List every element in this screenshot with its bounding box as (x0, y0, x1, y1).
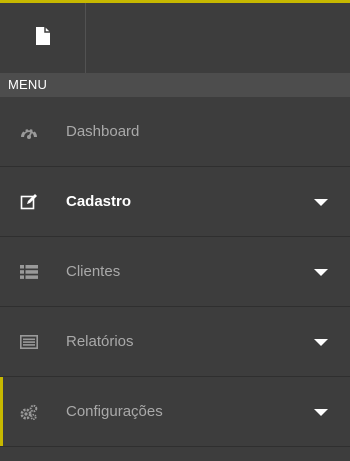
dashboard-icon (20, 123, 38, 141)
list-icon (20, 263, 38, 281)
sidebar: MENU Dashboard Cadastro Clientes Relatór… (0, 0, 350, 461)
chevron-down-icon (314, 408, 328, 416)
menu-item-label: Relatórios (66, 333, 134, 350)
menu-item-label: Dashboard (66, 123, 140, 140)
menu-item-dashboard[interactable]: Dashboard (0, 97, 350, 167)
menu-item-clientes[interactable]: Clientes (0, 237, 350, 307)
cogs-icon (20, 403, 38, 421)
chevron-down-icon (314, 198, 328, 206)
edit-icon (20, 193, 38, 211)
menu-item-cadastro[interactable]: Cadastro (0, 167, 350, 237)
menu-header: MENU (0, 73, 350, 97)
menu-list: Dashboard Cadastro Clientes Relatórios C… (0, 97, 350, 447)
top-bar-spacer (86, 3, 350, 73)
document-icon (35, 26, 51, 51)
menu-item-label: Clientes (66, 263, 121, 280)
report-icon (20, 333, 38, 351)
new-document-button[interactable] (0, 3, 86, 73)
top-bar (0, 3, 350, 73)
menu-item-relatorios[interactable]: Relatórios (0, 307, 350, 377)
chevron-down-icon (314, 268, 328, 276)
chevron-down-icon (314, 338, 328, 346)
menu-item-label: Configurações (66, 403, 163, 420)
menu-item-label: Cadastro (66, 193, 132, 210)
menu-item-configuracoes[interactable]: Configurações (0, 377, 350, 447)
